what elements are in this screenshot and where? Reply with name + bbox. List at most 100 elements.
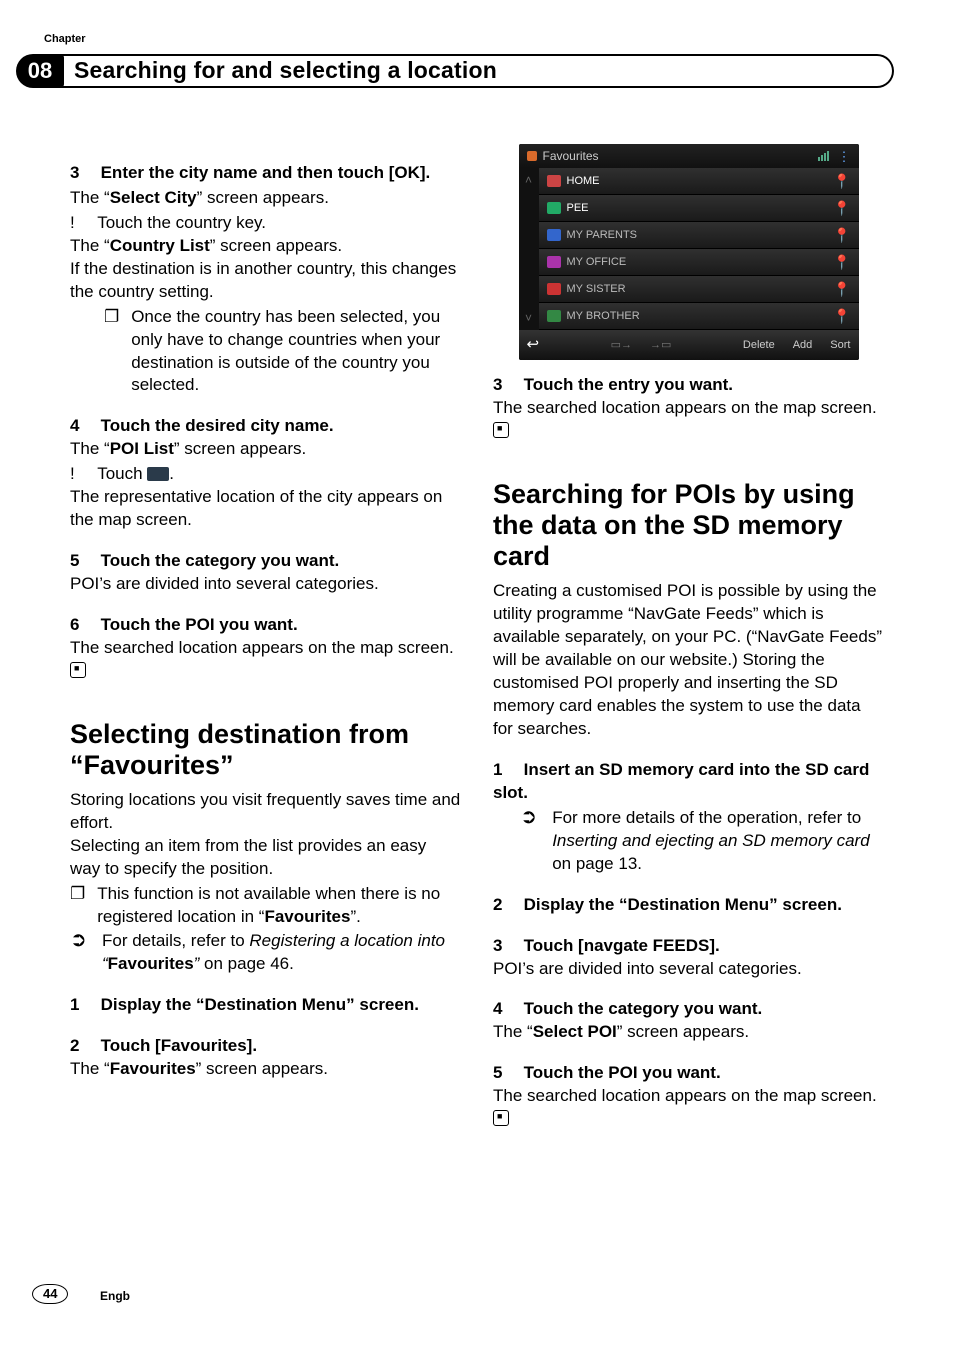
sd-step-4-head: 4Touch the category you want.: [493, 998, 884, 1021]
row-pin-icon[interactable]: 📍: [833, 172, 850, 191]
step-4-bullet: ! Touch .: [70, 463, 461, 486]
favourites-row[interactable]: MY BROTHER 📍: [539, 303, 859, 330]
step-3-bullet: ! Touch the country key.: [70, 212, 461, 235]
chapter-title: Searching for and selecting a location: [74, 55, 497, 86]
toolbar-delete[interactable]: Delete: [743, 338, 775, 353]
toolbar-add[interactable]: Add: [793, 338, 813, 353]
step-3-note: ❐ Once the country has been selected, yo…: [70, 306, 461, 398]
page: Chapter 08 Searching for and selecting a…: [0, 0, 954, 1352]
row-pin-icon[interactable]: 📍: [833, 199, 850, 218]
chapter-label: Chapter: [44, 32, 86, 47]
step-4-head: 4Touch the desired city name.: [70, 415, 461, 438]
row-pin-icon[interactable]: 📍: [833, 253, 850, 272]
chapter-title-lozenge: Searching for and selecting a location: [50, 54, 894, 88]
scroll-down-icon[interactable]: ˅: [525, 310, 532, 326]
heading-favourites: Selecting destination from “Favourites”: [70, 719, 461, 781]
xref-arrow-icon: ➲: [520, 807, 552, 876]
content-columns: 3Enter the city name and then touch [OK]…: [70, 144, 884, 1131]
toolbar-route-a-icon[interactable]: ▭→: [611, 338, 632, 353]
favourites-row[interactable]: HOME 📍: [539, 168, 859, 195]
row-type-icon: [547, 202, 561, 214]
favourites-screenshot: Favourites ⋮ ˄ ˅ HOME📍PEE📍MY PARENTS📍MY …: [519, 144, 859, 360]
screenshot-titlebar: Favourites ⋮: [519, 144, 859, 168]
step-3-line3: If the destination is in another country…: [70, 258, 461, 304]
fav-step-1-head: 1Display the “Destination Menu” screen.: [70, 994, 461, 1017]
fav-para2: Selecting an item from the list provides…: [70, 835, 461, 881]
sd-step-5-head: 5Touch the POI you want.: [493, 1062, 884, 1085]
signal-icon: [818, 151, 830, 161]
bluetooth-icon: ⋮: [838, 150, 851, 163]
fav-para1: Storing locations you visit frequently s…: [70, 789, 461, 835]
favourites-row[interactable]: PEE 📍: [539, 195, 859, 222]
bullet-text: Touch .: [97, 463, 461, 486]
favourites-row[interactable]: MY SISTER 📍: [539, 276, 859, 303]
screenshot-toolbar: ↩ ▭→ →▭ Delete Add Sort: [519, 330, 859, 360]
screenshot-title: Favourites: [543, 148, 599, 164]
map-button-icon: [147, 467, 169, 481]
chapter-number-badge: 08: [16, 54, 64, 88]
sd-xref: ➲ For more details of the operation, ref…: [493, 807, 884, 876]
step-6-line1: The searched location appears on the map…: [70, 637, 461, 683]
section-end-icon: [493, 422, 509, 438]
sd-para1: Creating a customised POI is possible by…: [493, 580, 884, 741]
screenshot-scrollbar[interactable]: ˄ ˅: [519, 168, 539, 330]
sd-step-3-line: POI’s are divided into several categorie…: [493, 958, 884, 981]
bullet-icon: !: [70, 463, 97, 486]
row-type-icon: [547, 175, 561, 187]
row-label: HOME: [567, 174, 600, 189]
favourites-row[interactable]: MY PARENTS 📍: [539, 222, 859, 249]
step-4-line2: The representative location of the city …: [70, 486, 461, 532]
section-end-icon: [493, 1110, 509, 1126]
fav-step-2-head: 2Touch [Favourites].: [70, 1035, 461, 1058]
language-label: Engb: [100, 1288, 130, 1304]
row-pin-icon[interactable]: 📍: [833, 307, 850, 326]
note-text: Once the country has been selected, you …: [131, 306, 461, 398]
row-type-icon: [547, 229, 561, 241]
heading-sd-pois: Searching for POIs by using the data on …: [493, 479, 884, 572]
right-column: Favourites ⋮ ˄ ˅ HOME📍PEE📍MY PARENTS📍MY …: [493, 144, 884, 1131]
right-step-3-head: 3Touch the entry you want.: [493, 374, 884, 397]
sd-step-2-head: 2Display the “Destination Menu” screen.: [493, 894, 884, 917]
row-type-icon: [547, 310, 561, 322]
screenshot-body: ˄ ˅ HOME📍PEE📍MY PARENTS📍MY OFFICE📍MY SIS…: [519, 168, 859, 330]
step-title: Enter the city name and then touch [OK].: [101, 163, 431, 182]
row-type-icon: [547, 256, 561, 268]
row-label: MY PARENTS: [567, 228, 638, 243]
fav-note: ❐ This function is not available when th…: [70, 883, 461, 929]
step-5-line1: POI’s are divided into several categorie…: [70, 573, 461, 596]
row-pin-icon[interactable]: 📍: [833, 226, 850, 245]
row-pin-icon[interactable]: 📍: [833, 280, 850, 299]
favourites-row[interactable]: MY OFFICE 📍: [539, 249, 859, 276]
note-icon: ❐: [70, 883, 97, 929]
step-6-head: 6Touch the POI you want.: [70, 614, 461, 637]
sd-step-3-head: 3Touch [navgate FEEDS].: [493, 935, 884, 958]
step-3-line2: The “Country List” screen appears.: [70, 235, 461, 258]
step-3-line1: The “Select City” screen appears.: [70, 187, 461, 210]
scroll-up-icon[interactable]: ˄: [525, 172, 532, 188]
sd-step-4-line: The “Select POI” screen appears.: [493, 1021, 884, 1044]
step-number: 3: [70, 162, 101, 185]
row-label: MY OFFICE: [567, 255, 627, 270]
sd-step-1-head: 1Insert an SD memory card into the SD ca…: [493, 759, 884, 805]
toolbar-sort[interactable]: Sort: [830, 338, 850, 353]
toolbar-route-b-icon[interactable]: →▭: [650, 338, 671, 353]
fav-step-2-line1: The “Favourites” screen appears.: [70, 1058, 461, 1081]
row-type-icon: [547, 283, 561, 295]
bullet-icon: !: [70, 212, 97, 235]
xref-arrow-icon: ➲: [70, 930, 102, 976]
step-5-head: 5Touch the category you want.: [70, 550, 461, 573]
sd-step-5-line: The searched location appears on the map…: [493, 1085, 884, 1131]
back-icon[interactable]: ↩: [527, 335, 540, 355]
row-label: MY SISTER: [567, 282, 626, 297]
right-step-3-line1: The searched location appears on the map…: [493, 397, 884, 443]
step-4-line1: The “POI List” screen appears.: [70, 438, 461, 461]
note-icon: ❐: [104, 306, 131, 398]
section-end-icon: [70, 662, 86, 678]
pin-icon: [527, 151, 537, 161]
row-label: MY BROTHER: [567, 309, 640, 324]
row-label: PEE: [567, 201, 589, 216]
left-column: 3Enter the city name and then touch [OK]…: [70, 144, 461, 1131]
screenshot-list: HOME 📍 PEE 📍 MY PARENTS 📍 MY OFFICE 📍 MY SISTER 📍…: [539, 168, 859, 330]
page-number: 44: [32, 1284, 68, 1304]
bullet-text: Touch the country key.: [97, 212, 461, 235]
